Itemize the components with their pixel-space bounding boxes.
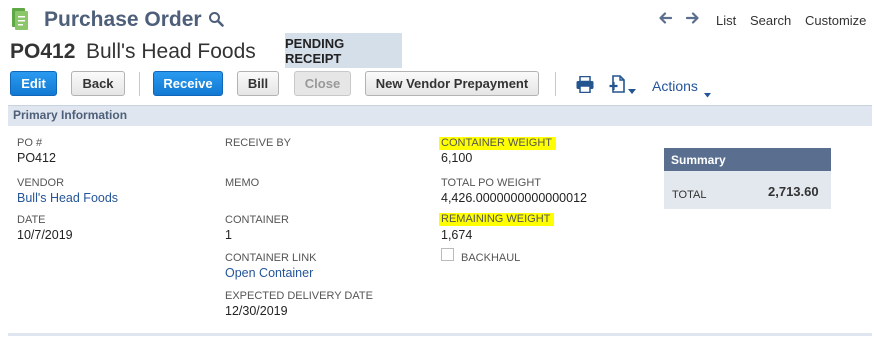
toolbar-divider xyxy=(139,72,140,96)
status-badge: PENDING RECEIPT xyxy=(285,33,402,68)
summary-total-label: TOTAL xyxy=(672,189,707,201)
new-document-icon[interactable] xyxy=(609,75,625,93)
section-header xyxy=(8,105,872,126)
search-link[interactable]: Search xyxy=(750,13,791,28)
section-bottom-divider xyxy=(8,333,872,336)
remaining-weight-value: 1,674 xyxy=(441,228,473,242)
summary-total-value: 2,713.60 xyxy=(768,184,819,199)
customize-link[interactable]: Customize xyxy=(805,13,866,28)
container-weight-label: CONTAINER WEIGHT xyxy=(439,137,557,150)
chevron-down-icon[interactable] xyxy=(628,82,636,94)
toolbar-divider xyxy=(555,72,556,96)
record-vendor-name: Bull's Head Foods xyxy=(86,40,256,63)
purchase-order-doc-icon xyxy=(12,8,28,30)
expected-delivery-date-label: EXPECTED DELIVERY DATE xyxy=(225,290,373,302)
back-button[interactable]: Back xyxy=(71,71,125,96)
summary-header: Summary xyxy=(664,148,831,171)
arrow-left-icon[interactable] xyxy=(658,11,673,25)
po-number-label: PO # xyxy=(17,137,43,149)
container-label: CONTAINER xyxy=(225,214,289,226)
date-value: 10/7/2019 xyxy=(17,228,73,242)
date-label: DATE xyxy=(17,214,46,226)
container-weight-value: 6,100 xyxy=(441,151,473,165)
receive-button[interactable]: Receive xyxy=(153,71,223,96)
section-title: Primary Information xyxy=(13,108,128,122)
remaining-weight-label: REMAINING WEIGHT xyxy=(439,213,555,226)
page-title: Purchase Order xyxy=(44,8,202,31)
search-icon[interactable] xyxy=(208,11,224,27)
close-button[interactable]: Close xyxy=(294,71,351,96)
total-po-weight-label: TOTAL PO WEIGHT xyxy=(441,177,542,189)
po-number-value: PO412 xyxy=(17,151,56,165)
actions-menu[interactable]: Actions xyxy=(652,78,698,94)
container-link-label: CONTAINER LINK xyxy=(225,252,317,264)
receive-by-label: RECEIVE BY xyxy=(225,137,292,149)
new-vendor-prepayment-button[interactable]: New Vendor Prepayment xyxy=(365,71,539,96)
open-container-link[interactable]: Open Container xyxy=(225,266,313,280)
backhaul-checkbox[interactable] xyxy=(441,248,454,261)
expected-delivery-date-value: 12/30/2019 xyxy=(225,304,288,318)
total-po-weight-value: 4,426.0000000000000012 xyxy=(441,191,587,205)
backhaul-label: BACKHAUL xyxy=(461,252,521,264)
chevron-down-icon[interactable] xyxy=(704,85,711,98)
print-icon[interactable] xyxy=(576,75,594,94)
vendor-label: VENDOR xyxy=(17,177,65,189)
bill-button[interactable]: Bill xyxy=(237,71,279,96)
vendor-link[interactable]: Bull's Head Foods xyxy=(17,191,118,205)
container-value: 1 xyxy=(225,228,232,242)
list-link[interactable]: List xyxy=(716,13,736,28)
record-id: PO412 xyxy=(10,40,76,63)
memo-label: MEMO xyxy=(225,177,260,189)
edit-button[interactable]: Edit xyxy=(10,71,57,96)
arrow-right-icon[interactable] xyxy=(685,11,700,25)
